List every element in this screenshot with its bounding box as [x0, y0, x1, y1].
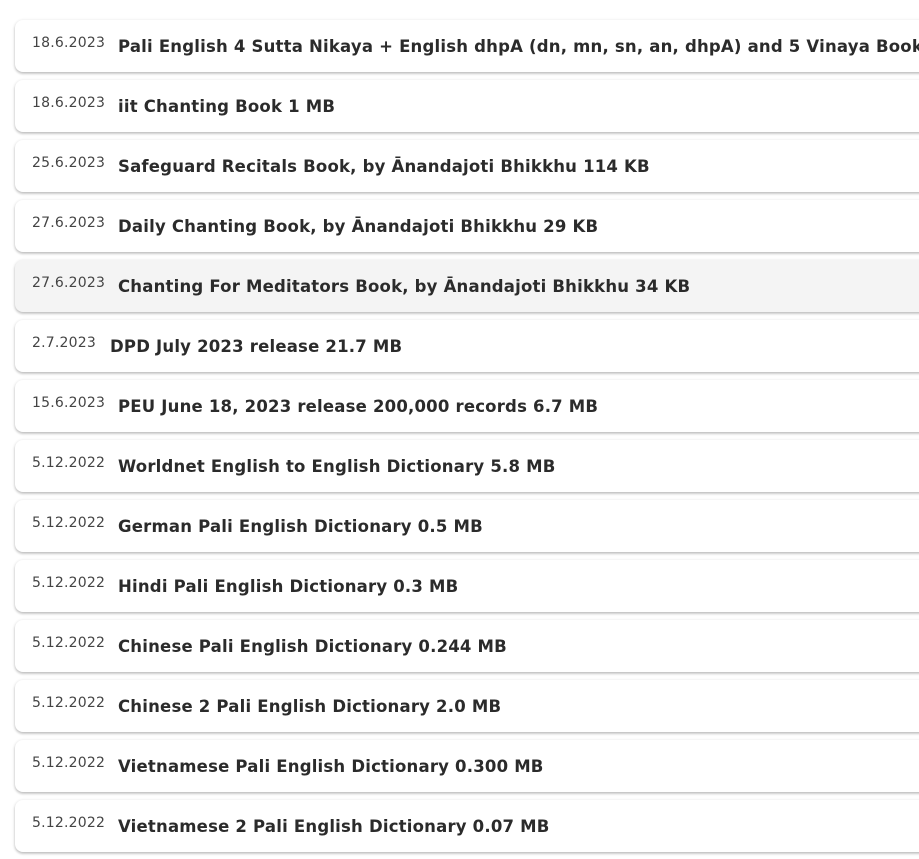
download-item[interactable]: 5.12.2022 Vietnamese Pali English Dictio… — [15, 740, 919, 792]
download-item[interactable]: 5.12.2022 German Pali English Dictionary… — [15, 500, 919, 552]
download-item[interactable]: 5.12.2022 Worldnet English to English Di… — [15, 440, 919, 492]
item-title[interactable]: Safeguard Recitals Book, by Ānandajoti B… — [118, 157, 650, 176]
item-title[interactable]: PEU June 18, 2023 release 200,000 record… — [118, 397, 598, 416]
item-title[interactable]: Hindi Pali English Dictionary 0.3 MB — [118, 577, 458, 596]
item-title[interactable]: DPD July 2023 release 21.7 MB — [110, 337, 402, 356]
item-title[interactable]: Vietnamese Pali English Dictionary 0.300… — [118, 757, 544, 776]
item-date: 5.12.2022 — [32, 695, 106, 711]
item-title[interactable]: iit Chanting Book 1 MB — [118, 97, 335, 116]
download-item[interactable]: 2.7.2023 DPD July 2023 release 21.7 MB — [15, 320, 919, 372]
download-item[interactable]: 5.12.2022 Chinese 2 Pali English Diction… — [15, 680, 919, 732]
item-date: 18.6.2023 — [32, 95, 106, 111]
item-title[interactable]: Worldnet English to English Dictionary 5… — [118, 457, 556, 476]
item-date: 5.12.2022 — [32, 635, 106, 651]
item-date: 27.6.2023 — [32, 275, 106, 291]
item-title[interactable]: Vietnamese 2 Pali English Dictionary 0.0… — [118, 817, 550, 836]
item-title[interactable]: Chinese Pali English Dictionary 0.244 MB — [118, 637, 507, 656]
download-item[interactable]: 27.6.2023 Chanting For Meditators Book, … — [15, 260, 919, 312]
download-item[interactable]: 25.6.2023 Safeguard Recitals Book, by Ān… — [15, 140, 919, 192]
download-item[interactable]: 27.6.2023 Daily Chanting Book, by Ānanda… — [15, 200, 919, 252]
item-title[interactable]: Daily Chanting Book, by Ānandajoti Bhikk… — [118, 217, 598, 236]
item-title[interactable]: Chinese 2 Pali English Dictionary 2.0 MB — [118, 697, 501, 716]
download-list: 18.6.2023 Pali English 4 Sutta Nikaya + … — [0, 0, 919, 859]
item-date: 5.12.2022 — [32, 575, 106, 591]
item-date: 15.6.2023 — [32, 395, 106, 411]
download-item[interactable]: 5.12.2022 Chinese Pali English Dictionar… — [15, 620, 919, 672]
item-date: 5.12.2022 — [32, 815, 106, 831]
item-date: 2.7.2023 — [32, 335, 96, 351]
download-item[interactable]: 5.12.2022 Vietnamese 2 Pali English Dict… — [15, 800, 919, 852]
item-title[interactable]: Chanting For Meditators Book, by Ānandaj… — [118, 277, 690, 296]
item-title[interactable]: German Pali English Dictionary 0.5 MB — [118, 517, 483, 536]
item-date: 5.12.2022 — [32, 755, 106, 771]
item-date: 25.6.2023 — [32, 155, 106, 171]
download-item[interactable]: 18.6.2023 iit Chanting Book 1 MB — [15, 80, 919, 132]
item-date: 27.6.2023 — [32, 215, 106, 231]
download-item[interactable]: 15.6.2023 PEU June 18, 2023 release 200,… — [15, 380, 919, 432]
item-date: 5.12.2022 — [32, 455, 106, 471]
download-item[interactable]: 5.12.2022 Hindi Pali English Dictionary … — [15, 560, 919, 612]
item-date: 5.12.2022 — [32, 515, 106, 531]
item-title[interactable]: Pali English 4 Sutta Nikaya + English dh… — [118, 37, 919, 56]
download-item[interactable]: 18.6.2023 Pali English 4 Sutta Nikaya + … — [15, 20, 919, 72]
item-date: 18.6.2023 — [32, 35, 106, 51]
